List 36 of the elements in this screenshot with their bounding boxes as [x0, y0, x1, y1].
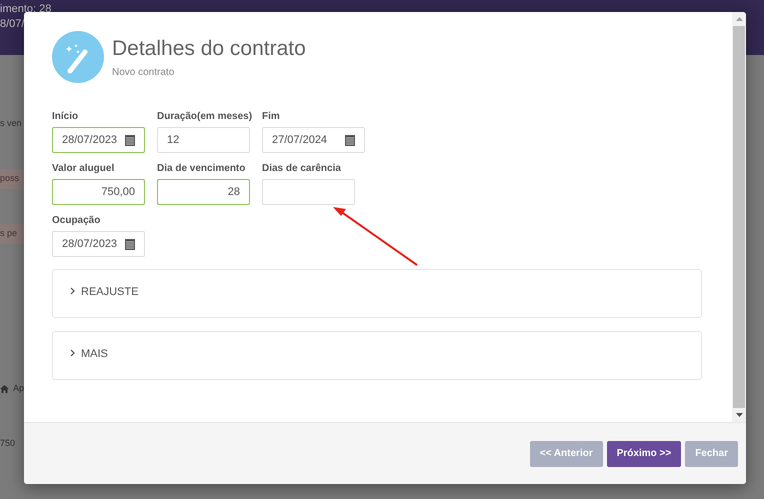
field-label: Dias de carência [262, 162, 341, 176]
input-field[interactable]: 28 [157, 179, 250, 205]
collapsible-panel[interactable]: MAIS [52, 331, 702, 380]
input-field[interactable]: 12 [157, 127, 250, 153]
calendar-icon [345, 134, 355, 146]
input-field[interactable] [262, 179, 355, 205]
field-label: Início [52, 110, 78, 124]
calendar-icon [125, 238, 135, 250]
scroll-up-icon[interactable] [736, 17, 742, 21]
dialog-title: Detalhes do contrato [112, 36, 306, 62]
background-row: Ap [0, 379, 24, 399]
field-label: Valor aluguel [52, 162, 114, 176]
magic-wand-icon [52, 31, 104, 83]
date-field[interactable]: 28/07/2023 [52, 127, 145, 153]
header-text: imento: 28 [0, 2, 52, 17]
collapsible-panel[interactable]: REAJUSTE [52, 269, 702, 318]
calendar-icon [125, 134, 135, 146]
field-label: Ocupação [52, 214, 100, 228]
input-field[interactable]: 750,00 [52, 179, 145, 205]
background-row-text: s ven [0, 117, 23, 130]
scrollbar[interactable] [732, 12, 746, 422]
chevron-right-icon [70, 287, 75, 295]
background-row: s pe [0, 224, 24, 244]
field-label: Duração(em meses) [157, 110, 252, 124]
field-label: Fim [262, 110, 280, 124]
header-text: 8/07/ [0, 17, 24, 32]
dialog-subtitle: Novo contrato [112, 66, 176, 80]
background-row: poss [0, 169, 24, 189]
field-label: Dia de vencimento [157, 162, 246, 176]
scroll-down-icon[interactable] [736, 413, 742, 417]
dialog-button[interactable]: Próximo >> [606, 440, 682, 466]
date-field[interactable]: 27/07/2024 [262, 127, 365, 153]
home-icon [0, 385, 9, 393]
chevron-right-icon [70, 349, 75, 357]
background-row-text: 750 [0, 437, 16, 450]
date-field[interactable]: 28/07/2023 [52, 231, 145, 257]
